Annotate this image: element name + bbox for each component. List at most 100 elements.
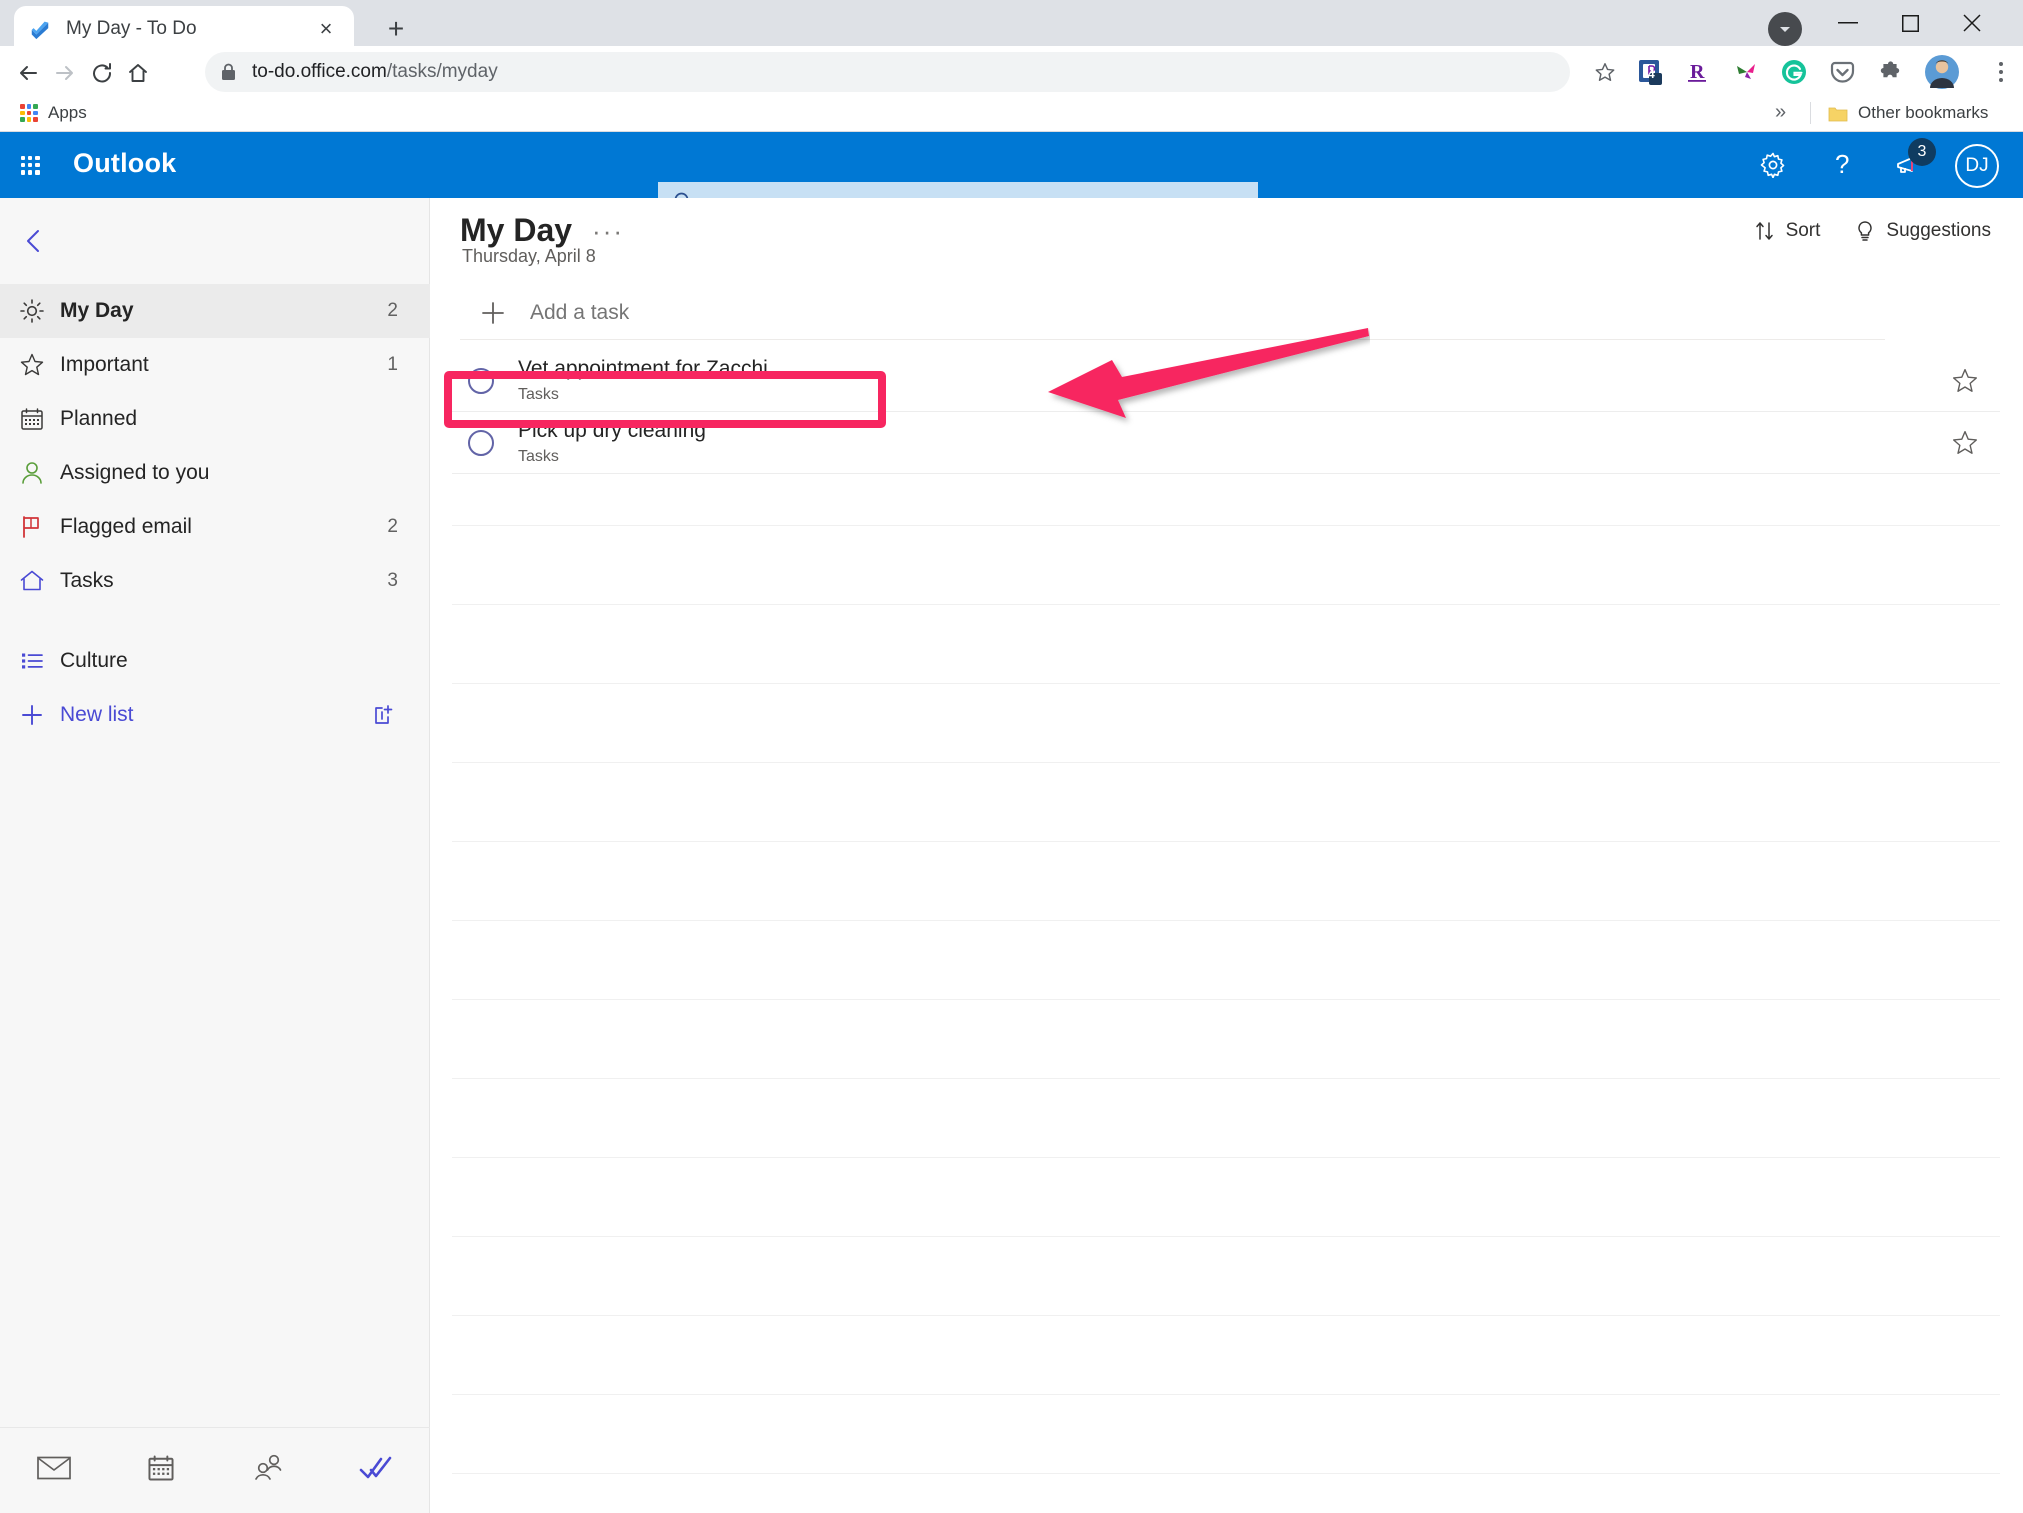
home-icon[interactable] (118, 53, 158, 93)
chevron-down-icon[interactable] (1768, 12, 1802, 46)
suggestions-button[interactable]: Suggestions (1844, 214, 2001, 248)
grammarly-icon[interactable] (1774, 52, 1814, 92)
task-row[interactable]: Vet appointment for Zacchi Tasks (452, 350, 2000, 412)
bookmark-star-icon[interactable] (1587, 54, 1623, 90)
add-a-task-input[interactable] (530, 300, 1865, 325)
sidebar-item-my-day[interactable]: My Day 2 (0, 284, 430, 338)
close-icon[interactable]: × (312, 15, 340, 43)
new-tab-button[interactable]: + (377, 13, 415, 45)
star-icon[interactable] (1948, 364, 1982, 398)
settings-icon[interactable] (1753, 145, 1793, 185)
sort-button[interactable]: Sort (1744, 214, 1831, 248)
r-icon[interactable]: R (1678, 52, 1718, 92)
avatar[interactable]: DJ (1955, 144, 1999, 188)
address-bar-url: to-do.office.com/tasks/myday (252, 61, 498, 83)
flag-icon (18, 513, 46, 541)
star-icon[interactable] (1948, 426, 1982, 460)
maximize-button[interactable] (1879, 0, 1941, 46)
task-list-label: Tasks (518, 385, 559, 403)
sidebar-item-important[interactable]: Important 1 (0, 338, 430, 392)
bookmarks-overflow-button[interactable]: » (1775, 101, 1786, 124)
url-host: to-do.office.com (252, 61, 387, 82)
more-options-button[interactable]: ··· (592, 218, 624, 244)
list-separator (452, 999, 2000, 1000)
sidebar-item-culture[interactable]: Culture (0, 634, 430, 688)
task-texts: Pick up dry cleaning Tasks (518, 419, 1948, 465)
list-separator (452, 1236, 2000, 1237)
onenote-badge-count: 4 (1648, 67, 1655, 81)
apps-bookmark[interactable]: Apps (12, 98, 95, 128)
chevron-left-icon[interactable] (10, 216, 60, 266)
calendar-icon (146, 1453, 176, 1488)
svg-text:R: R (1690, 61, 1705, 83)
url-path: /tasks/myday (386, 61, 498, 82)
outlook-header: Outlook ? 3 DJ (0, 132, 2023, 222)
task-row[interactable]: Pick up dry cleaning Tasks (452, 412, 2000, 474)
list-separator (452, 841, 2000, 842)
list-separator (452, 683, 2000, 684)
new-list-button[interactable]: New list (0, 688, 430, 742)
list-icon (18, 647, 46, 675)
sidebar-item-flagged-email[interactable]: Flagged email 2 (0, 500, 430, 554)
add-a-task-row[interactable] (460, 286, 1885, 340)
app-switcher-mail[interactable] (0, 1428, 108, 1513)
browser-menu-button[interactable] (1987, 58, 2015, 86)
app-switcher-people[interactable] (215, 1428, 323, 1513)
reload-icon[interactable] (82, 53, 122, 93)
lock-icon (221, 63, 236, 81)
help-icon[interactable]: ? (1822, 145, 1862, 185)
outlook-brand-label[interactable]: Outlook (73, 148, 176, 179)
page-title-row: My Day ··· (460, 212, 624, 249)
person-icon (18, 459, 46, 487)
list-separator (452, 1394, 2000, 1395)
mail-icon (36, 1455, 71, 1486)
task-title: Pick up dry cleaning (518, 419, 706, 443)
sort-label: Sort (1785, 220, 1821, 241)
todo-sidebar: My Day 2 Important 1 Planned Assigned to… (0, 198, 430, 1513)
suggestions-label: Suggestions (1886, 220, 1991, 241)
app-switcher-todo[interactable] (323, 1428, 431, 1513)
new-group-icon[interactable] (370, 701, 398, 729)
other-bookmarks-button[interactable]: Other bookmarks (1828, 98, 1988, 128)
pocket-icon[interactable] (1822, 52, 1862, 92)
onenote-clipper-icon[interactable]: 4 (1630, 52, 1670, 92)
task-list-label: Tasks (518, 447, 559, 465)
list-separator (452, 525, 2000, 526)
minimize-button[interactable] (1817, 0, 1879, 46)
calendar-icon (18, 405, 46, 433)
profile-avatar[interactable] (1922, 52, 1962, 92)
plus-icon (480, 300, 506, 326)
back-arrow-icon[interactable] (8, 53, 48, 93)
sidebar-item-label: Culture (60, 649, 128, 672)
task-title: Vet appointment for Zacchi (518, 357, 768, 381)
app-switcher-calendar[interactable] (108, 1428, 216, 1513)
task-complete-checkbox[interactable] (468, 429, 494, 456)
window-close-button[interactable] (1941, 0, 2003, 46)
sidebar-item-label: My Day (60, 299, 134, 322)
sidebar-item-tasks[interactable]: Tasks 3 (0, 554, 430, 608)
todo-check-icon (28, 17, 52, 41)
app-launcher-icon[interactable] (12, 147, 48, 183)
task-texts: Vet appointment for Zacchi Tasks (518, 357, 1948, 403)
sort-arrows-icon (1754, 220, 1776, 242)
task-complete-checkbox[interactable] (468, 367, 494, 394)
my-day-main-panel: My Day ··· Thursday, April 8 Sort Sugges… (430, 198, 2023, 1513)
list-separator (452, 604, 2000, 605)
list-separator (452, 1157, 2000, 1158)
plus-icon (18, 701, 46, 729)
sidebar-item-assigned-to-you[interactable]: Assigned to you (0, 446, 430, 500)
address-bar[interactable]: to-do.office.com/tasks/myday (205, 52, 1570, 92)
sidebar-divider-gap (0, 608, 430, 634)
sidebar-item-planned[interactable]: Planned (0, 392, 430, 446)
sidebar-item-label: Important (60, 353, 149, 376)
svg-text:?: ? (1835, 152, 1849, 178)
todo-checkmark-icon (359, 1454, 393, 1487)
notification-badge: 3 (1908, 138, 1936, 166)
sidebar-item-count: 2 (387, 516, 398, 537)
other-bookmarks-label: Other bookmarks (1858, 103, 1989, 122)
puzzle-icon[interactable] (1870, 52, 1910, 92)
house-icon (18, 567, 46, 595)
list-separator (452, 1473, 2000, 1474)
apps-label: Apps (48, 103, 87, 122)
hummingbird-icon[interactable] (1726, 52, 1766, 92)
